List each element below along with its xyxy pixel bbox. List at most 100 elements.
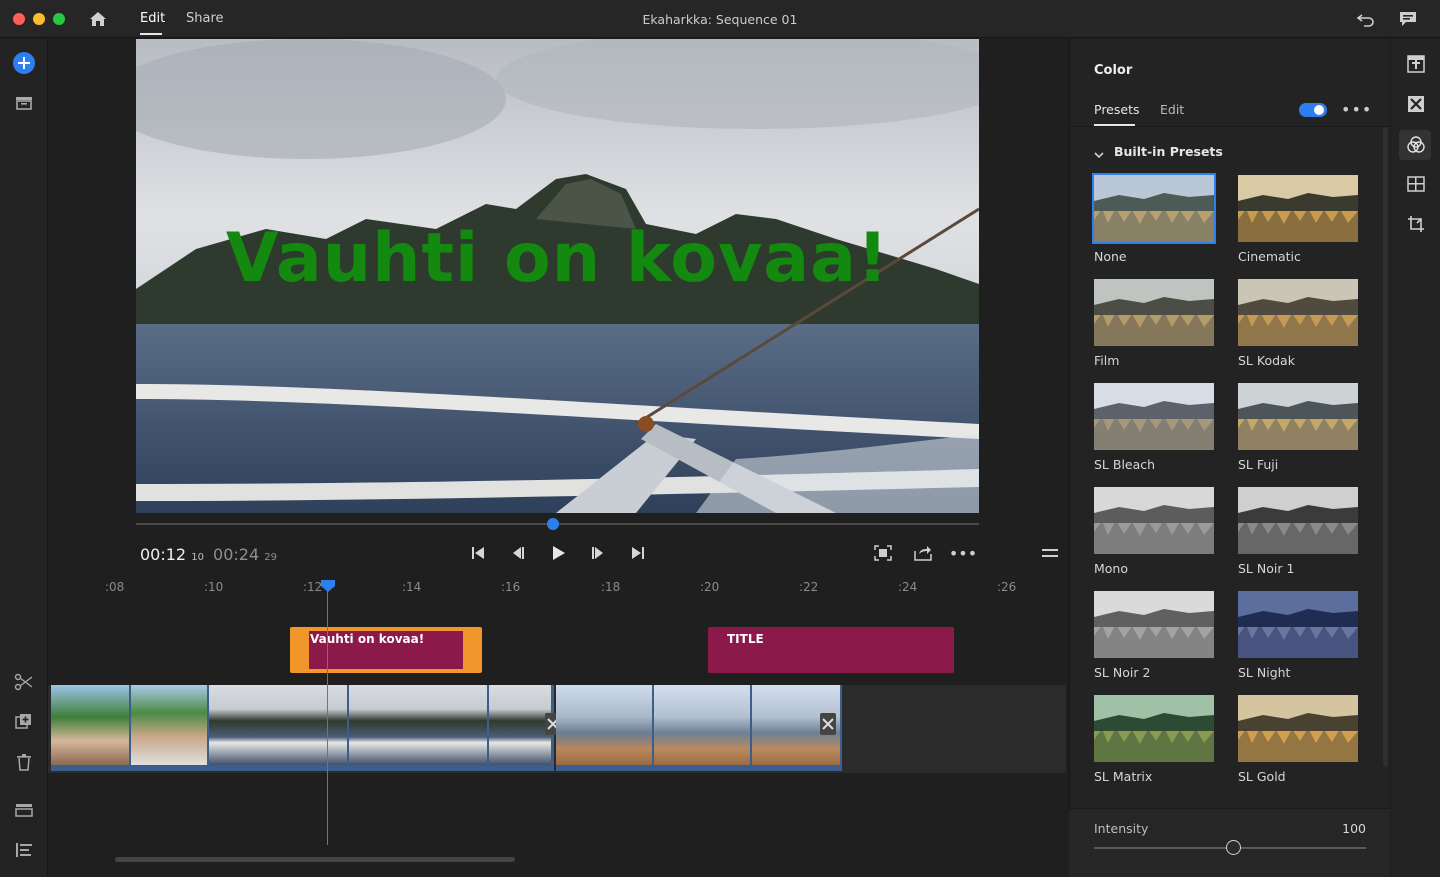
current-time: 00:12 (140, 545, 187, 564)
go-to-start-button[interactable] (466, 541, 490, 565)
track-height-icon[interactable] (12, 798, 36, 822)
preset-thumbnail-matrix[interactable] (1094, 695, 1214, 762)
preset-preview-image (1094, 175, 1214, 242)
preset-thumbnail-bleach[interactable] (1094, 383, 1214, 450)
preset-preview-image (1094, 695, 1214, 762)
fit-frame-icon[interactable] (871, 541, 895, 565)
ruler-tick: :14 (402, 580, 422, 594)
step-back-button[interactable] (506, 541, 530, 565)
video-track (48, 685, 1066, 773)
ruler-tick: :22 (799, 580, 819, 594)
preset-name: SL Noir 1 (1238, 561, 1295, 576)
clip-thumbnail (51, 685, 129, 765)
color-enable-toggle[interactable] (1299, 103, 1327, 117)
video-clip[interactable] (556, 685, 842, 771)
preset-name: SL Night (1238, 665, 1291, 680)
preset-preview-image (1094, 279, 1214, 346)
preset-preview-image (1238, 591, 1358, 658)
tab-presets[interactable]: Presets (1094, 102, 1140, 117)
preset-name: SL Noir 2 (1094, 665, 1151, 680)
step-forward-button[interactable] (586, 541, 610, 565)
clip-thumbnail (489, 685, 551, 765)
chevron-down-icon[interactable] (1093, 146, 1105, 159)
preset-thumbnail-mono[interactable] (1094, 487, 1214, 554)
add-media-button[interactable] (12, 51, 36, 75)
panel-more-icon[interactable]: ••• (1341, 100, 1372, 119)
project-panel-icon[interactable] (12, 91, 36, 115)
preset-preview-image (1094, 383, 1214, 450)
built-in-presets-header[interactable]: Built-in Presets (1114, 144, 1223, 159)
duration-frame: 29 (264, 552, 277, 563)
preset-thumbnail-gold[interactable] (1238, 695, 1358, 762)
intensity-value[interactable]: 100 (1322, 821, 1366, 836)
transitions-icon[interactable] (1404, 92, 1428, 116)
preset-thumbnail-film[interactable] (1094, 279, 1214, 346)
tracks-list-icon[interactable] (12, 838, 36, 862)
right-toolbar (1391, 39, 1440, 877)
ruler-tick: :16 (501, 580, 521, 594)
export-frame-icon[interactable] (911, 541, 935, 565)
preset-thumbnail-fuji[interactable] (1238, 383, 1358, 450)
more-options-icon[interactable]: ••• (949, 541, 977, 565)
preset-thumbnail-none[interactable] (1092, 173, 1216, 244)
document-title: Ekaharkka: Sequence 01 (642, 12, 798, 27)
preset-preview-image (1094, 591, 1214, 658)
ruler-tick: :24 (898, 580, 918, 594)
clip-thumbnail (556, 685, 652, 765)
clip-thumbnail (349, 685, 487, 765)
preset-thumbnail-noir2[interactable] (1094, 591, 1214, 658)
clip-thumbnail (131, 685, 207, 765)
preset-thumbnail-noir1[interactable] (1238, 487, 1358, 554)
play-button[interactable] (546, 541, 570, 565)
ruler-tick: :20 (700, 580, 720, 594)
intensity-label: Intensity (1094, 821, 1149, 836)
playhead-handle[interactable] (320, 578, 336, 592)
title-clip-selected[interactable]: Vauhti on kovaa! (290, 627, 482, 673)
ruler-tick: :26 (997, 580, 1017, 594)
crop-icon[interactable] (1404, 212, 1428, 236)
video-title-overlay[interactable]: Vauhti on kovaa! (136, 219, 979, 298)
preset-name: Mono (1094, 561, 1129, 576)
title-clip[interactable]: TITLE (708, 627, 954, 673)
preset-name: SL Fuji (1238, 457, 1279, 472)
go-to-end-button[interactable] (626, 541, 650, 565)
scrubber-handle[interactable] (547, 518, 559, 530)
preset-thumbnail-kodak[interactable] (1238, 279, 1358, 346)
preset-thumbnail-night[interactable] (1238, 591, 1358, 658)
ruler-tick: :08 (105, 580, 125, 594)
titles-icon[interactable] (1404, 52, 1428, 76)
preset-preview-image (1238, 383, 1358, 450)
transition-icon[interactable] (820, 713, 836, 735)
preset-name: Film (1094, 353, 1120, 368)
preset-preview-image (1238, 695, 1358, 762)
video-clip[interactable] (51, 685, 554, 771)
duration-time: 00:24 (213, 545, 260, 564)
intensity-slider-handle[interactable] (1226, 840, 1241, 855)
preset-name: SL Bleach (1094, 457, 1156, 472)
divider (1069, 126, 1390, 127)
preset-name: Cinematic (1238, 249, 1301, 264)
preset-preview-image (1238, 279, 1358, 346)
audio-icon[interactable] (1404, 172, 1428, 196)
panel-title: Color (1094, 63, 1133, 78)
preset-preview-image (1238, 487, 1358, 554)
title-clip-label: TITLE (727, 632, 764, 646)
split-clip-icon[interactable] (12, 670, 36, 694)
current-frame: 10 (191, 552, 204, 563)
timeline-menu-icon[interactable] (1038, 541, 1062, 565)
video-preview[interactable]: Vauhti on kovaa! (136, 39, 979, 513)
preset-name: SL Gold (1238, 769, 1286, 784)
duplicate-icon[interactable] (12, 710, 36, 734)
playhead-line (327, 590, 328, 845)
undo-icon[interactable] (1356, 10, 1376, 28)
toggle-knob (1314, 105, 1324, 115)
feedback-icon[interactable] (1398, 10, 1418, 28)
preset-preview-image (1238, 175, 1358, 242)
title-bar: Edit Share Ekaharkka: Sequence 01 (0, 0, 1440, 38)
trash-icon[interactable] (12, 750, 36, 774)
timeline-horizontal-scrollbar[interactable] (115, 857, 515, 862)
panel-vertical-scrollbar[interactable] (1383, 127, 1388, 767)
tab-color-edit[interactable]: Edit (1160, 102, 1184, 117)
preset-thumbnail-cinematic[interactable] (1238, 175, 1358, 242)
color-icon[interactable] (1404, 133, 1428, 157)
